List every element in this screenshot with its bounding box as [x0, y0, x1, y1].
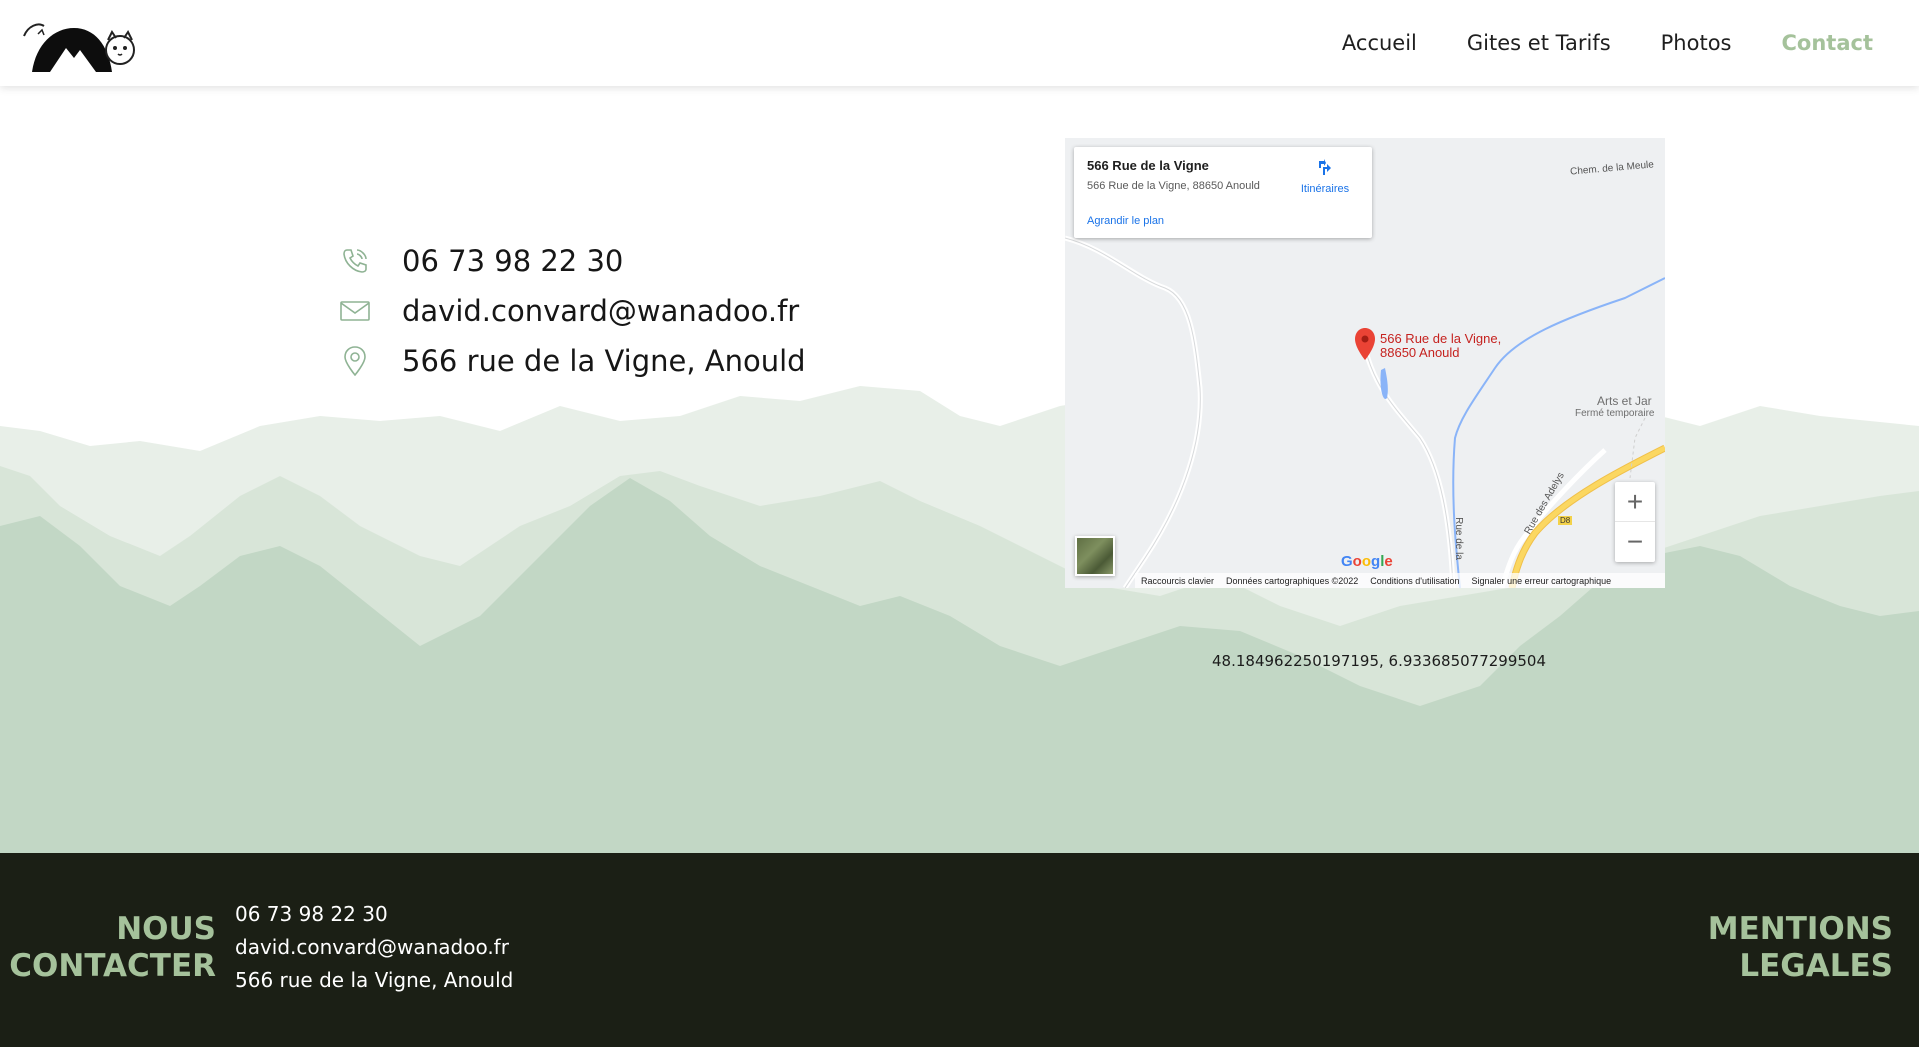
map-zoom-controls: + −: [1615, 482, 1655, 562]
map-keyboard-shortcuts-link[interactable]: Raccourcis clavier: [1141, 576, 1214, 586]
map-report-error-link[interactable]: Signaler une erreur cartographique: [1472, 576, 1612, 586]
contact-email: david.convard@wanadoo.fr: [402, 294, 800, 328]
directions-icon: [1317, 159, 1333, 175]
map-place-title: 566 Rue de la Vigne: [1087, 158, 1209, 173]
map-pin-label-line2: 88650 Anould: [1380, 345, 1460, 360]
footer-legal-link[interactable]: MENTIONS LEGALES: [1708, 911, 1893, 985]
map-enlarge-link[interactable]: Agrandir le plan: [1087, 215, 1164, 227]
map-terms-link[interactable]: Conditions d'utilisation: [1370, 576, 1459, 586]
footer-contact-title-line2: CONTACTER: [9, 948, 216, 984]
map-data-credit: Données cartographiques ©2022: [1226, 575, 1359, 586]
site-header: Accueil Gites et Tarifs Photos Contact: [0, 0, 1919, 86]
nav-accueil[interactable]: Accueil: [1342, 31, 1417, 55]
footer-legal-line1: MENTIONS: [1707, 911, 1893, 947]
map-zoom-out-button[interactable]: −: [1615, 522, 1655, 562]
map-directions-label: Itinéraires: [1300, 183, 1350, 195]
map-poi-status: Fermé temporaire: [1575, 408, 1655, 419]
mail-icon: [340, 296, 370, 326]
map-directions-button[interactable]: Itinéraires: [1296, 157, 1354, 195]
contact-section: 06 73 98 22 30 david.convard@wanadoo.fr …: [0, 86, 1919, 853]
footer-address: 566 rue de la Vigne, Anould: [235, 968, 514, 992]
road-label-d8: D8: [1558, 516, 1573, 525]
map-attribution: Raccourcis clavier Données cartographiqu…: [1135, 573, 1665, 588]
nav-contact[interactable]: Contact: [1782, 31, 1874, 55]
map-place-card: 566 Rue de la Vigne 566 Rue de la Vigne,…: [1074, 147, 1372, 238]
main-nav: Accueil Gites et Tarifs Photos Contact: [1342, 0, 1873, 86]
road-label-vigne: Rue de la: [1452, 517, 1464, 560]
site-footer: NOUS CONTACTER 06 73 98 22 30 david.conv…: [0, 853, 1919, 1047]
google-logo: Google: [1341, 553, 1393, 570]
contact-phone-row[interactable]: 06 73 98 22 30: [340, 236, 806, 286]
contact-email-row[interactable]: david.convard@wanadoo.fr: [340, 286, 806, 336]
map-poi-name[interactable]: Arts et Jar: [1597, 394, 1652, 408]
nav-photos[interactable]: Photos: [1661, 31, 1732, 55]
map-satellite-toggle[interactable]: [1075, 536, 1115, 576]
contact-address-row: 566 rue de la Vigne, Anould: [340, 336, 806, 386]
map-marker: [1355, 328, 1375, 360]
footer-phone[interactable]: 06 73 98 22 30: [235, 898, 513, 931]
gps-coordinates: 48.184962250197195, 6.933685077299504: [1212, 652, 1547, 670]
site-logo[interactable]: [14, 14, 138, 74]
google-map[interactable]: Chem. de la Meule Rue des Adelys Rue de …: [1065, 138, 1665, 588]
phone-icon: [340, 246, 370, 276]
footer-contact-info: 06 73 98 22 30 david.convard@wanadoo.fr …: [235, 898, 513, 997]
map-pin-label-line1: 566 Rue de la Vigne,: [1380, 331, 1502, 346]
nav-gites-et-tarifs[interactable]: Gites et Tarifs: [1467, 31, 1611, 55]
contact-address: 566 rue de la Vigne, Anould: [402, 344, 806, 378]
location-pin-icon: [340, 346, 370, 376]
footer-contact-title: NOUS CONTACTER: [0, 911, 216, 985]
contact-phone: 06 73 98 22 30: [402, 244, 624, 278]
footer-contact-title-line1: NOUS: [116, 911, 216, 947]
map-zoom-in-button[interactable]: +: [1615, 482, 1655, 522]
footer-legal-line2: LEGALES: [1739, 948, 1893, 984]
contact-list: 06 73 98 22 30 david.convard@wanadoo.fr …: [340, 236, 806, 386]
map-place-address: 566 Rue de la Vigne, 88650 Anould: [1087, 180, 1260, 192]
footer-email[interactable]: david.convard@wanadoo.fr: [235, 931, 513, 964]
map-pin-label: 566 Rue de la Vigne, 88650 Anould: [1380, 332, 1501, 360]
